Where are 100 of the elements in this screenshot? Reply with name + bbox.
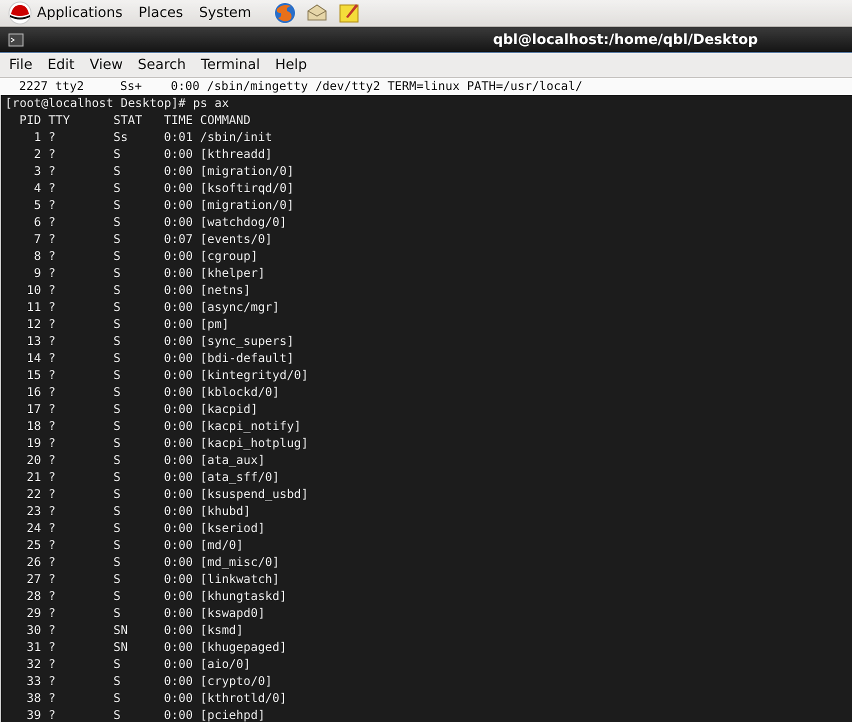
table-cell-text: [khugepaged] [200, 639, 288, 656]
terminal-icon [8, 32, 24, 48]
panel-menu[interactable]: System [199, 5, 252, 21]
table-cell: 0:00 [164, 656, 193, 673]
table-cell-text: ? [48, 129, 57, 146]
table-cell-text: S [113, 435, 122, 452]
table-cell-text: ? [48, 639, 57, 656]
table-cell-text: S [113, 384, 122, 401]
table-cell-text: S [113, 537, 122, 554]
globe-icon[interactable] [273, 1, 298, 25]
table-cell-text: ? [48, 214, 57, 231]
table-cell-text: ? [48, 384, 57, 401]
table-cell-text: [bdi-default] [200, 350, 295, 367]
table-cell-text: Ss [113, 129, 129, 146]
table-cell-text: [md/0] [200, 537, 244, 554]
table-cell-text: ? [48, 180, 57, 197]
table-cell-text: 25 [26, 537, 42, 554]
table-cell: 0:07 [164, 231, 193, 248]
table-cell-text: [ksmd] [200, 622, 244, 639]
table-cell-text: [kthreadd] [200, 146, 274, 163]
table-cell-text: 12 [26, 316, 42, 333]
table-cell: 0:00 [164, 707, 193, 722]
menu-item[interactable]: View [90, 57, 123, 73]
table-cell-text: S [113, 163, 122, 180]
table-cell: 0:00 [164, 197, 193, 214]
table-cell-text: 11 [26, 299, 42, 316]
table-cell: 0:00 [164, 214, 193, 231]
table-cell: 0:00 [164, 520, 193, 537]
table-cell-text: 28 [26, 588, 42, 605]
table-cell-text: [migration/0] [200, 197, 295, 214]
menu-item[interactable]: Edit [47, 57, 75, 73]
hat-logo-icon[interactable] [8, 1, 32, 25]
table-cell-text: ? [48, 350, 57, 367]
table-cell-text: 7 [32, 231, 42, 248]
table-cell-text: 6 [32, 214, 42, 231]
table-cell-text: [kacpid] [200, 401, 259, 418]
table-cell: 0:00 [164, 452, 193, 469]
table-cell-text: S [113, 605, 122, 622]
table-cell: 0:00 [164, 486, 193, 503]
table-cell-text: ? [48, 316, 57, 333]
table-cell-text: ? [48, 622, 57, 639]
table-cell-text: 27 [26, 571, 42, 588]
table-cell-text: ? [48, 486, 57, 503]
table-cell-text: 9 [32, 265, 42, 282]
table-cell-text: [kblockd/0] [200, 384, 280, 401]
table-cell-text: [migration/0] [200, 163, 295, 180]
table-cell-text: 29 [26, 605, 42, 622]
table-cell-text: S [113, 588, 122, 605]
menu-item[interactable]: Search [138, 57, 186, 73]
table-cell-text: 26 [26, 554, 42, 571]
table-cell-text: [sync_supers] [200, 333, 295, 350]
table-cell: 0:00 [164, 146, 193, 163]
table-cell-text: 32 [26, 656, 42, 673]
table-cell-text: [khubd] [200, 503, 252, 520]
table-cell-text: S [113, 367, 122, 384]
table-cell-text: S [113, 503, 122, 520]
table-cell-text: ? [48, 452, 57, 469]
table-cell-text: ? [48, 537, 57, 554]
table-cell-text: 24 [26, 520, 42, 537]
table-cell-text: S [113, 656, 122, 673]
table-cell-text: ? [48, 418, 57, 435]
table-cell-text: 22 [26, 486, 42, 503]
menu-item[interactable]: Terminal [200, 57, 260, 73]
table-cell-text: S [113, 180, 122, 197]
table-cell-text: ? [48, 503, 57, 520]
table-cell-text: 38 [26, 690, 42, 707]
table-cell-text: 13 [26, 333, 42, 350]
table-cell-text: [ata_aux] [200, 452, 266, 469]
table-cell-text: 39 [26, 707, 42, 722]
column-header: STAT [113, 112, 144, 129]
column-header: PID [18, 112, 42, 129]
table-cell: 0:00 [164, 282, 193, 299]
table-cell: 0:00 [164, 622, 193, 639]
table-cell: 0:00 [164, 265, 193, 282]
table-cell-text: ? [48, 554, 57, 571]
panel-menu[interactable]: Places [138, 5, 184, 21]
table-cell-text: ? [48, 656, 57, 673]
menu-item[interactable]: File [9, 57, 32, 73]
table-cell-text: [pm] [200, 316, 230, 333]
table-cell: 0:00 [164, 605, 193, 622]
table-cell: 0:00 [164, 418, 193, 435]
menu-item[interactable]: Help [275, 57, 307, 73]
table-cell-text: ? [48, 248, 57, 265]
table-cell-text: S [113, 707, 122, 722]
table-cell-text: [khungtaskd] [200, 588, 288, 605]
table-cell-text: [ksoftirqd/0] [200, 180, 295, 197]
table-cell-text: [linkwatch] [200, 571, 280, 588]
table-cell-text: S [113, 418, 122, 435]
table-cell: 0:00 [164, 571, 193, 588]
table-cell-text: [aio/0] [200, 656, 252, 673]
table-cell: 0:00 [164, 554, 193, 571]
table-cell-text: S [113, 197, 122, 214]
table-cell-text: 3 [32, 163, 42, 180]
table-cell-text: [kacpi_notify] [200, 418, 302, 435]
panel-menu[interactable]: Applications [37, 5, 123, 21]
notepad-icon[interactable] [337, 1, 362, 25]
table-cell-text: 8 [32, 248, 42, 265]
table-cell: 0:00 [164, 316, 193, 333]
table-cell: 0:00 [164, 180, 193, 197]
table-cell: 0:00 [164, 537, 193, 554]
